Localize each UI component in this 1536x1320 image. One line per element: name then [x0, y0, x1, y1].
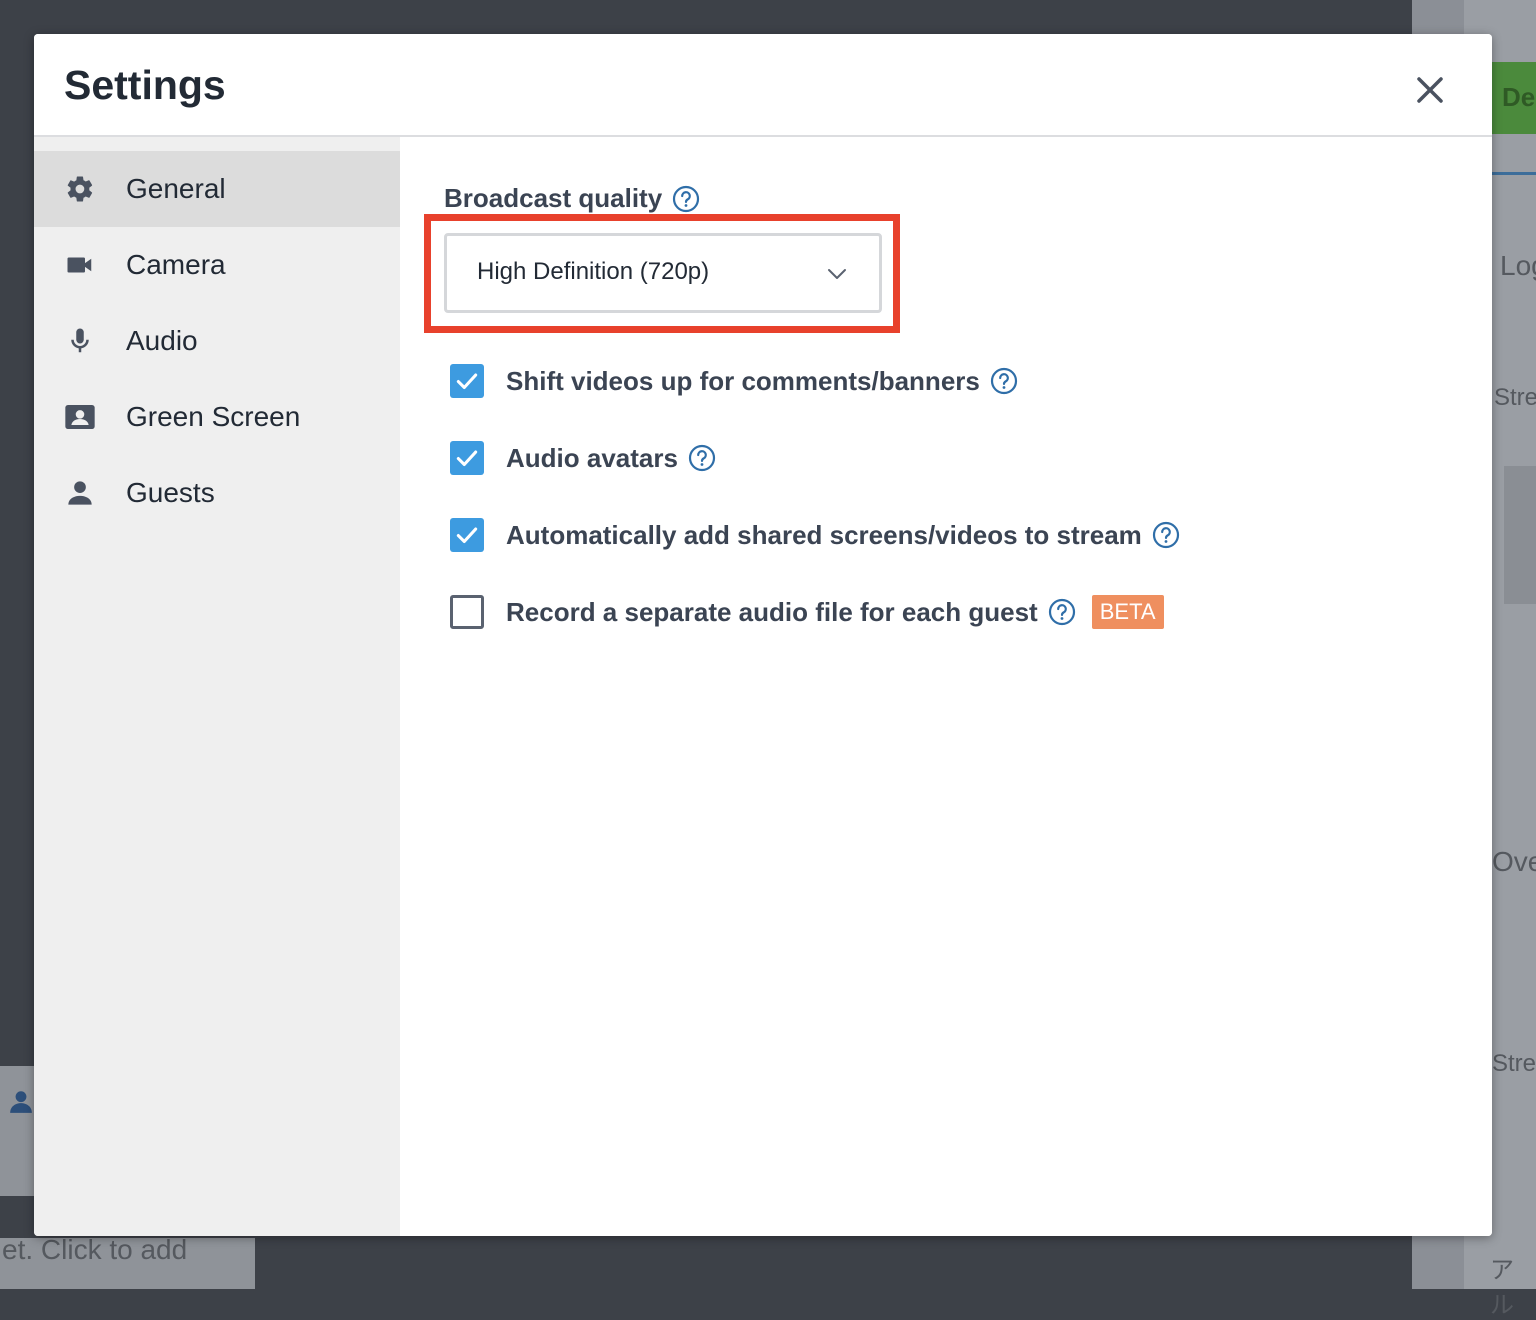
background-divider	[1492, 172, 1536, 175]
checkmark-icon	[456, 373, 478, 390]
broadcast-quality-label: Broadcast quality	[444, 183, 700, 214]
sidebar-item-label: Guests	[126, 477, 215, 508]
checkmark-icon	[456, 527, 478, 544]
help-icon[interactable]	[688, 444, 716, 472]
audio-avatars-checkbox[interactable]	[450, 441, 484, 475]
background-green-button: De	[1492, 62, 1536, 134]
record-separate-audio-checkbox[interactable]	[450, 595, 484, 629]
broadcast-quality-label-text: Broadcast quality	[444, 183, 663, 213]
background-fragment: De	[1502, 82, 1536, 112]
video-camera-icon	[64, 249, 96, 281]
settings-sidebar: General Camera Audio Green Screen Guests	[34, 137, 400, 1236]
sidebar-item-green-screen[interactable]: Green Screen	[34, 379, 400, 455]
sidebar-item-general[interactable]: General	[34, 151, 400, 227]
help-icon[interactable]	[1048, 598, 1076, 626]
option-record-separate-audio: Record a separate audio file for each gu…	[450, 592, 1164, 632]
help-icon[interactable]	[672, 185, 700, 213]
option-label: Record a separate audio file for each gu…	[506, 596, 1038, 627]
sidebar-item-label: Audio	[126, 325, 198, 356]
background-bottom-bar: et. Click to add	[0, 1234, 1412, 1289]
background-hint-text: et. Click to add	[2, 1234, 188, 1265]
sidebar-item-label: Camera	[126, 249, 226, 280]
help-icon[interactable]	[1152, 521, 1180, 549]
sidebar-item-label: General	[126, 173, 226, 204]
general-settings-panel: Broadcast quality High Definition (720p)…	[400, 137, 1492, 1236]
chevron-down-icon	[828, 269, 846, 279]
background-fragment: Stre	[1494, 384, 1536, 411]
background-fragment: アル	[1490, 1257, 1514, 1319]
background-fragment: Ove	[1492, 846, 1536, 877]
sidebar-item-label: Green Screen	[126, 401, 301, 432]
close-icon	[1417, 77, 1443, 103]
modal-title: Settings	[64, 62, 226, 108]
sidebar-item-guests[interactable]: Guests	[34, 455, 400, 531]
person-icon	[10, 1091, 32, 1113]
portrait-icon	[64, 401, 96, 433]
shift-videos-checkbox[interactable]	[450, 364, 484, 398]
option-audio-avatars: Audio avatars	[450, 438, 716, 478]
option-label: Shift videos up for comments/banners	[506, 365, 980, 396]
settings-modal: Settings General Camera Audio Green Scre…	[34, 34, 1492, 1236]
background-guest-card	[0, 1066, 34, 1196]
background-fragment: Stre	[1492, 1050, 1536, 1077]
option-auto-add-shared: Automatically add shared screens/videos …	[450, 515, 1180, 555]
option-label: Automatically add shared screens/videos …	[506, 519, 1142, 550]
close-button[interactable]	[1408, 68, 1452, 112]
sidebar-item-audio[interactable]: Audio	[34, 303, 400, 379]
modal-header: Settings	[34, 34, 1492, 137]
help-icon[interactable]	[990, 367, 1018, 395]
option-shift-videos: Shift videos up for comments/banners	[450, 361, 1018, 401]
background-fragment: Log	[1500, 250, 1536, 281]
broadcast-quality-select[interactable]: High Definition (720p)	[444, 233, 882, 313]
background-card	[1504, 466, 1536, 604]
sidebar-item-camera[interactable]: Camera	[34, 227, 400, 303]
gear-icon	[64, 173, 96, 205]
checkmark-icon	[456, 450, 478, 467]
broadcast-quality-value: High Definition (720p)	[477, 258, 710, 285]
option-label: Audio avatars	[506, 442, 678, 473]
microphone-icon	[64, 325, 96, 357]
person-icon	[64, 477, 96, 509]
auto-add-shared-checkbox[interactable]	[450, 518, 484, 552]
beta-badge: BETA	[1091, 595, 1164, 629]
